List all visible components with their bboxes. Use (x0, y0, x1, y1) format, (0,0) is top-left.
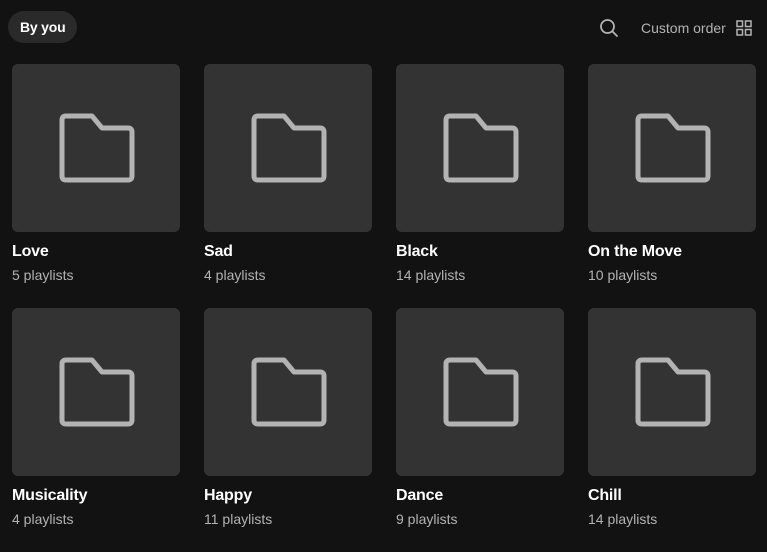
folder-card[interactable]: Happy 11 playlists (204, 308, 372, 552)
filter-chip-by-you[interactable]: By you (8, 11, 78, 43)
folder-playlist-count: 14 playlists (588, 511, 658, 527)
folder-cover (396, 308, 564, 476)
folder-playlist-count: 9 playlists (396, 511, 458, 527)
folder-icon (251, 357, 327, 427)
search-icon (600, 19, 618, 37)
folder-cover (588, 308, 756, 476)
folder-title: Happy (204, 487, 252, 504)
folder-icon (443, 113, 519, 183)
folder-title: Dance (396, 487, 444, 504)
folder-card[interactable]: Sad 4 playlists (204, 64, 372, 308)
folder-playlist-count: 5 playlists (12, 267, 74, 283)
folder-title: Musicality (12, 487, 88, 504)
folder-cover (204, 308, 372, 476)
folder-cover (12, 64, 180, 232)
search-button[interactable] (597, 16, 621, 40)
folder-cover (204, 64, 372, 232)
library-toolbar: By you Custom order (0, 0, 767, 56)
folder-title: Love (12, 243, 49, 260)
folder-title: Chill (588, 487, 622, 504)
folder-cover (588, 64, 756, 232)
folder-playlist-count: 14 playlists (396, 267, 466, 283)
folder-icon (251, 113, 327, 183)
folder-playlist-count: 4 playlists (204, 267, 266, 283)
folder-card[interactable]: On the Move 10 playlists (588, 64, 756, 308)
folder-icon (59, 357, 135, 427)
folder-card[interactable]: Chill 14 playlists (588, 308, 756, 552)
sort-order-button[interactable]: Custom order (641, 14, 752, 42)
folder-playlist-count: 10 playlists (588, 267, 658, 283)
folder-card[interactable]: Dance 9 playlists (396, 308, 564, 552)
folder-icon (635, 113, 711, 183)
folder-playlist-count: 4 playlists (12, 511, 74, 527)
folder-title: Black (396, 243, 438, 260)
folder-icon (59, 113, 135, 183)
folder-card[interactable]: Love 5 playlists (12, 64, 180, 308)
folder-cover (12, 308, 180, 476)
folder-card[interactable]: Musicality 4 playlists (12, 308, 180, 552)
grid-view-icon (736, 20, 752, 36)
folder-icon (635, 357, 711, 427)
folder-title: On the Move (588, 243, 682, 260)
folder-playlist-count: 11 playlists (204, 511, 273, 527)
folder-grid: Love 5 playlists Sad 4 playlists Black 1… (12, 64, 756, 552)
folder-card[interactable]: Black 14 playlists (396, 64, 564, 308)
folder-cover (396, 64, 564, 232)
folder-title: Sad (204, 243, 233, 260)
sort-order-label: Custom order (641, 20, 726, 36)
folder-icon (443, 357, 519, 427)
